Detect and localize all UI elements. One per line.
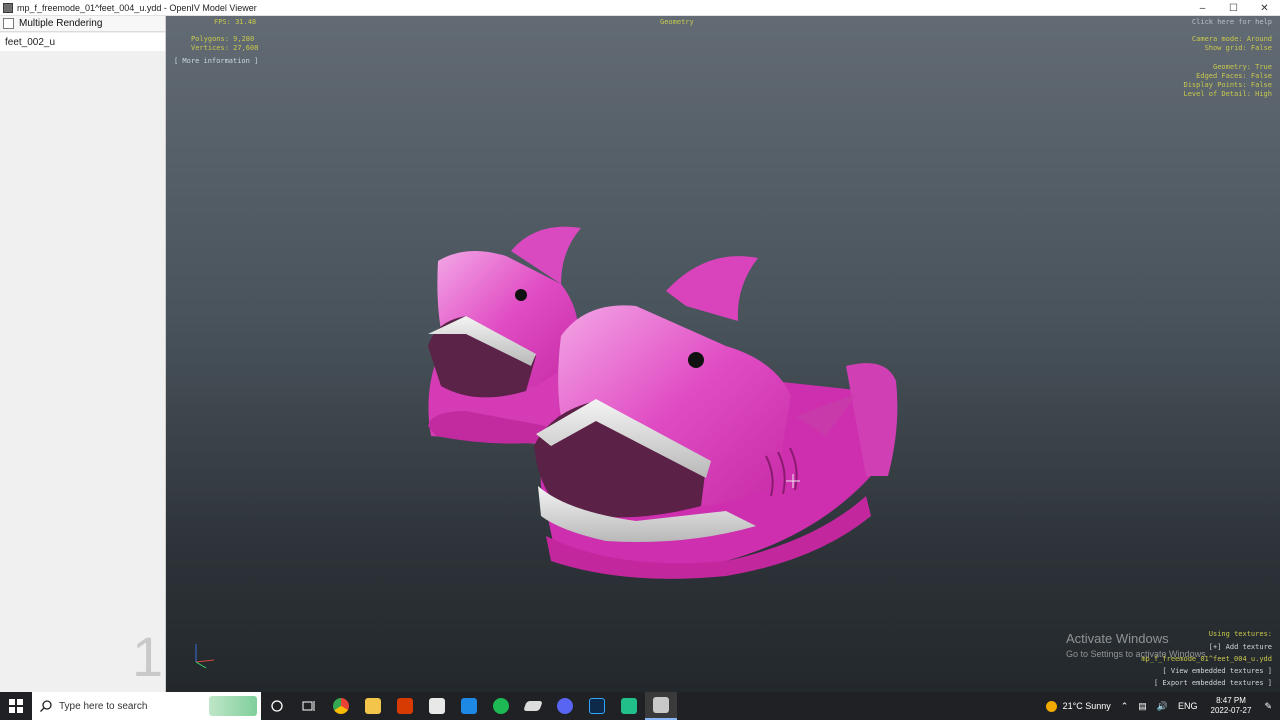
- maximize-button[interactable]: ☐: [1218, 0, 1249, 16]
- windows-taskbar: Type here to search 21°C Sunny ⌃ ▤ 🔊 ENG…: [0, 692, 1280, 720]
- office-icon[interactable]: [389, 692, 421, 720]
- texture-file-label: mp_f_freemode_01^feet_004_u.ydd: [1141, 655, 1272, 663]
- spotify-icon[interactable]: [485, 692, 517, 720]
- page-number: 1: [132, 625, 164, 688]
- app-icon-2[interactable]: [613, 692, 645, 720]
- windows-logo-icon: [9, 699, 23, 713]
- search-placeholder: Type here to search: [59, 700, 148, 712]
- discord-icon[interactable]: [549, 692, 581, 720]
- model-sidebar: Multiple Rendering feet_002_u 1: [0, 16, 166, 692]
- add-texture-link[interactable]: [+] Add texture: [1209, 643, 1272, 652]
- window-title: mp_f_freemode_01^feet_004_u.ydd - OpenIV…: [17, 2, 257, 13]
- close-button[interactable]: ✕: [1249, 0, 1280, 16]
- app-icon[interactable]: [517, 692, 549, 720]
- network-icon[interactable]: ▤: [1138, 701, 1147, 712]
- show-hidden-icons-chevron-icon[interactable]: ⌃: [1121, 701, 1129, 712]
- start-button[interactable]: [0, 692, 32, 720]
- export-embedded-textures-link[interactable]: [ Export embedded textures ]: [1154, 679, 1272, 688]
- minimize-button[interactable]: –: [1187, 0, 1218, 16]
- sun-icon: [1045, 700, 1057, 712]
- openiv-icon[interactable]: [645, 692, 677, 720]
- chrome-icon[interactable]: [325, 692, 357, 720]
- weather-text: 21°C Sunny: [1062, 701, 1111, 711]
- search-highlight-image: [209, 696, 257, 716]
- model-list-item[interactable]: feet_002_u: [0, 33, 165, 51]
- weather-widget[interactable]: 21°C Sunny: [1045, 700, 1111, 712]
- crosshair-cursor-icon: [786, 474, 800, 488]
- openiv-app-icon: [3, 2, 13, 13]
- language-indicator[interactable]: ENG: [1178, 701, 1198, 711]
- system-tray: 21°C Sunny ⌃ ▤ 🔊 ENG 8:47 PM 2022-07-27 …: [1041, 692, 1280, 720]
- model-viewport[interactable]: FPS: 31.48 Polygons: 9,280 Vertices: 27,…: [166, 16, 1280, 692]
- window-titlebar: mp_f_freemode_01^feet_004_u.ydd - OpenIV…: [0, 0, 1280, 16]
- mail-icon[interactable]: [453, 692, 485, 720]
- cortana-icon[interactable]: [261, 692, 293, 720]
- file-explorer-icon[interactable]: [357, 692, 389, 720]
- shark-slippers-model: [428, 226, 898, 579]
- volume-icon[interactable]: 🔊: [1157, 701, 1168, 712]
- multiple-rendering-row[interactable]: Multiple Rendering: [0, 16, 165, 32]
- clock-time: 8:47 PM: [1216, 696, 1246, 705]
- multiple-rendering-checkbox[interactable]: [3, 18, 14, 29]
- view-embedded-textures-link[interactable]: [ View embedded textures ]: [1162, 667, 1272, 676]
- taskbar-search-box[interactable]: Type here to search: [32, 692, 261, 720]
- activate-windows-title: Activate Windows: [1066, 631, 1169, 646]
- clock[interactable]: 8:47 PM 2022-07-27: [1211, 696, 1252, 716]
- photoshop-icon[interactable]: [581, 692, 613, 720]
- front-slipper: [534, 256, 898, 579]
- task-view-icon[interactable]: [293, 692, 325, 720]
- clock-date: 2022-07-27: [1210, 706, 1252, 715]
- store-icon[interactable]: [421, 692, 453, 720]
- notifications-icon[interactable]: ✎: [1264, 701, 1272, 712]
- using-textures-label: Using textures:: [1208, 630, 1272, 638]
- axes-gizmo-icon: [195, 644, 215, 669]
- multiple-rendering-label: Multiple Rendering: [19, 18, 103, 29]
- search-icon: [40, 700, 52, 712]
